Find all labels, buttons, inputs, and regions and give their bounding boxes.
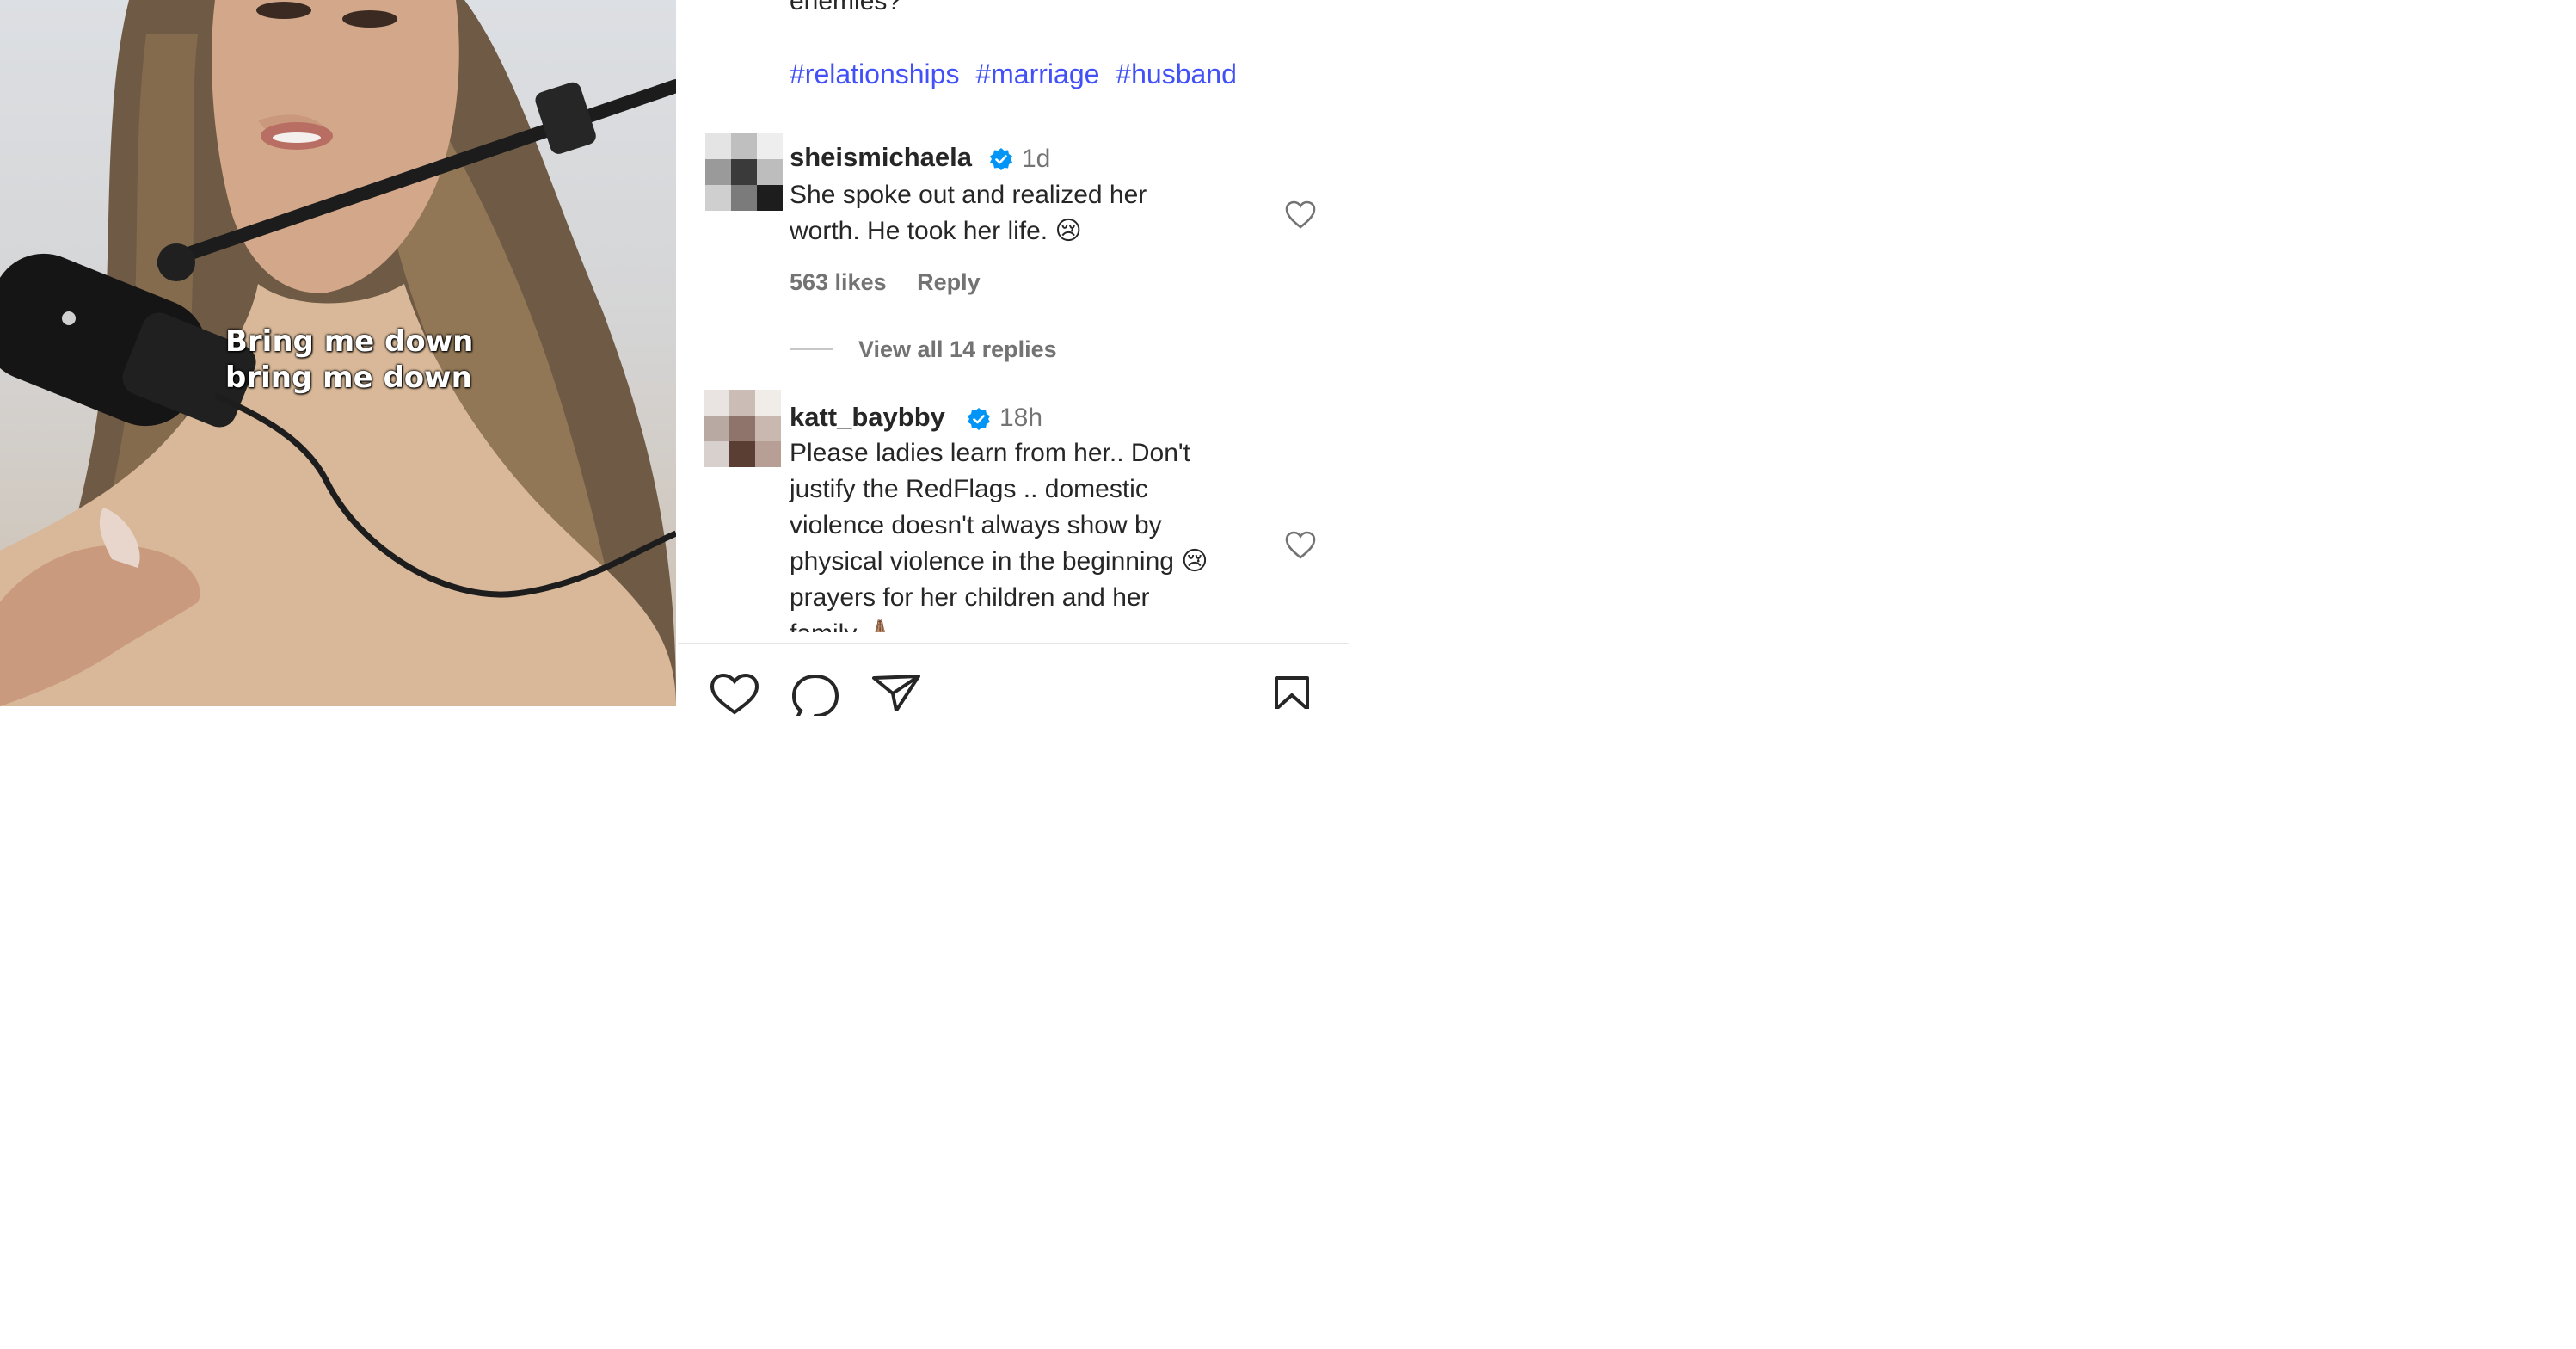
comment-text-line: She spoke out and realized her	[790, 181, 1147, 209]
caption-line-1: Bring me down	[225, 324, 474, 359]
caption-line-2: bring me down	[225, 360, 472, 395]
video-caption: Bring me down bring me down	[225, 323, 483, 396]
comment-text-line: prayers for her children and her	[790, 583, 1150, 612]
comment-timestamp[interactable]: 18h	[999, 403, 1042, 433]
comment-text: Please ladies learn from her.. Don't jus…	[790, 435, 1306, 652]
reply-button[interactable]: Reply	[917, 269, 981, 295]
post-hashtags: #relationships #marriage #husband	[790, 59, 1245, 90]
comment-text-line: justify the RedFlags .. domestic	[790, 475, 1148, 503]
heart-icon[interactable]	[709, 673, 760, 716]
comment-icon[interactable]	[790, 673, 841, 716]
comment-username[interactable]: sheismichaela	[790, 142, 972, 173]
replies-divider	[790, 348, 833, 350]
avatar[interactable]	[704, 390, 781, 467]
view-replies-button[interactable]: View all 14 replies	[858, 336, 1057, 363]
comment-text-line: physical violence in the beginning 😢	[790, 547, 1208, 576]
verified-badge-icon	[968, 408, 990, 430]
comment-text-line: worth. He took her life. 😢	[790, 217, 1082, 245]
comments-panel: enemies? #relationships #marriage #husba…	[678, 0, 1349, 716]
likes-count[interactable]: 563 likes	[790, 269, 887, 295]
comment-text-line: Please ladies learn from her.. Don't	[790, 439, 1190, 467]
heart-icon[interactable]	[1283, 528, 1318, 563]
comment-text: She spoke out and realized her worth. He…	[790, 177, 1271, 249]
heart-icon[interactable]	[1283, 198, 1318, 232]
hashtag-link[interactable]: #husband	[1116, 59, 1237, 89]
comment-timestamp[interactable]: 1d	[1022, 145, 1050, 174]
send-icon[interactable]	[870, 673, 922, 711]
post-caption-fragment: enemies?	[790, 0, 902, 15]
reel-video[interactable]: Bring me down bring me down	[0, 0, 676, 706]
comment-meta: 563 likes Reply	[790, 269, 1005, 296]
hashtag-link[interactable]: #relationships	[790, 59, 959, 89]
comment-text-line: violence doesn't always show by	[790, 511, 1162, 539]
action-bar-divider	[678, 643, 1349, 644]
hashtag-link[interactable]: #marriage	[975, 59, 1099, 89]
comment-username[interactable]: katt_baybby	[790, 402, 945, 433]
verified-badge-icon	[990, 148, 1012, 170]
avatar[interactable]	[705, 133, 783, 211]
bookmark-icon[interactable]	[1271, 674, 1313, 709]
